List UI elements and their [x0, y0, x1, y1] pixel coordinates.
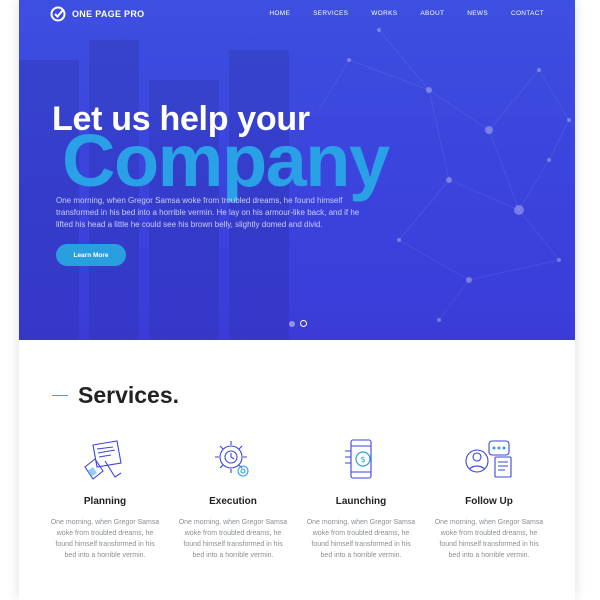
nav-item-about[interactable]: ABOUT — [420, 10, 444, 17]
slider-dot-1[interactable] — [289, 320, 295, 327]
nav-item-news[interactable]: NEWS — [467, 10, 488, 17]
service-title: Execution — [209, 496, 257, 507]
service-description: One morning, when Gregor Samsa woke from… — [434, 519, 544, 559]
slider-pagination — [289, 320, 307, 327]
brand-name: ONE PAGE PRO — [72, 9, 145, 19]
slider-dot-2-active[interactable] — [300, 320, 307, 327]
services-heading: Services. — [52, 382, 179, 409]
execution-gear-icon — [215, 441, 249, 477]
nav-item-works[interactable]: WORKS — [371, 10, 397, 17]
service-description: One morning, when Gregor Samsa woke from… — [178, 519, 288, 559]
hero-big-word: Company — [62, 119, 390, 202]
hero-section: ONE PAGE PRO HOME SERVICES WORKS ABOUT N… — [19, 0, 575, 340]
brand-logo[interactable]: ONE PAGE PRO — [50, 6, 144, 22]
launching-phone-icon: $ — [345, 439, 372, 479]
service-card-launching: $ Launching One morning, when Gregor Sam… — [297, 436, 425, 561]
svg-text:$: $ — [360, 455, 365, 464]
service-description: One morning, when Gregor Samsa woke from… — [306, 519, 416, 559]
nav-item-contact[interactable]: CONTACT — [511, 10, 544, 17]
service-card-follow-up: Follow Up One morning, when Gregor Samsa… — [425, 436, 553, 561]
nav-item-services[interactable]: SERVICES — [313, 10, 348, 17]
main-nav: HOME SERVICES WORKS ABOUT NEWS CONTACT — [246, 10, 544, 17]
heading-accent-dash — [52, 395, 68, 396]
service-card-execution: Execution One morning, when Gregor Samsa… — [169, 436, 297, 561]
page: ONE PAGE PRO HOME SERVICES WORKS ABOUT N… — [19, 0, 575, 600]
service-description: One morning, when Gregor Samsa woke from… — [50, 519, 160, 559]
follow-up-icon — [465, 440, 512, 478]
logo-icon — [50, 6, 66, 22]
services-title: Services. — [78, 382, 180, 408]
planning-icon — [84, 440, 122, 480]
learn-more-button[interactable]: Learn More — [56, 244, 126, 266]
service-card-planning: Planning One morning, when Gregor Samsa … — [41, 436, 169, 561]
service-title: Follow Up — [465, 496, 513, 507]
hero-description: One morning, when Gregor Samsa woke from… — [56, 196, 360, 229]
top-navigation-bar: ONE PAGE PRO HOME SERVICES WORKS ABOUT N… — [19, 0, 575, 30]
services-grid: Planning One morning, when Gregor Samsa … — [41, 436, 553, 561]
service-title: Launching — [335, 496, 387, 507]
nav-item-home[interactable]: HOME — [269, 10, 290, 17]
service-title: Planning — [83, 496, 127, 507]
